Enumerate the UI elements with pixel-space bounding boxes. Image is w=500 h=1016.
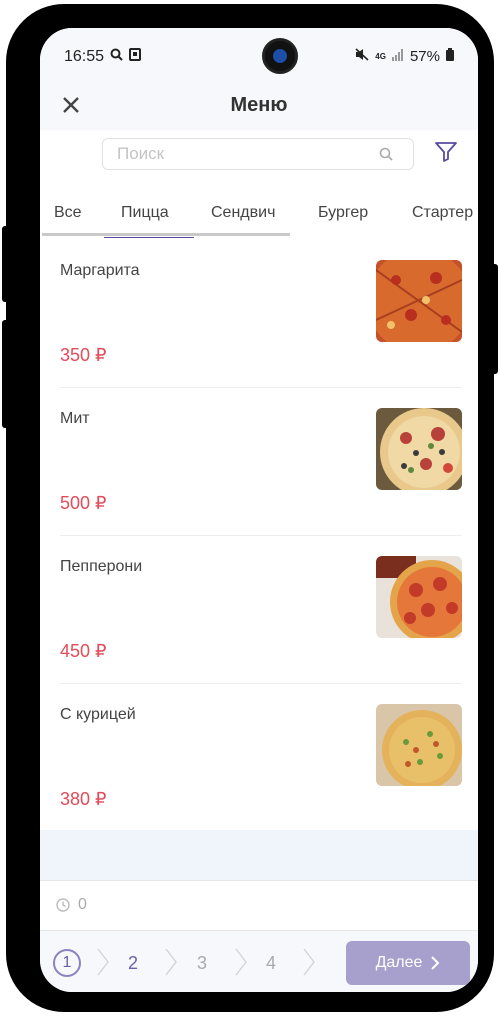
divider [40,880,478,881]
volume-button [2,226,12,302]
mute-icon [355,48,369,65]
search-row [40,130,478,182]
battery-percent: 57% [409,48,440,65]
list-item[interactable]: Мит 500 ₽ [40,388,478,536]
front-camera [262,38,298,74]
tab-all[interactable]: Все [54,204,82,222]
search-box[interactable] [102,138,414,170]
timer-value: 0 [78,896,87,913]
next-button[interactable]: Далее [346,941,470,985]
category-tabs: Все Пицца Сендвич Бургер Стартер [40,186,478,238]
step-1[interactable]: 1 [53,949,81,977]
filter-button[interactable] [434,140,458,169]
step-navigator: 1 2 3 4 Далее [40,930,478,992]
timer: 0 [56,896,87,914]
clock-icon [56,898,70,912]
chevron-right-icon [165,948,177,976]
item-price: 350 ₽ [60,345,107,365]
status-left: 16:55 [64,48,142,66]
item-price: 450 ₽ [60,641,107,661]
search-icon [110,48,123,66]
item-price: 380 ₽ [60,789,107,809]
list-item[interactable]: Пепперони 450 ₽ [40,536,478,684]
phone-frame: 16:55 4G 57% Меню Поиск Все Пицца Сендви… [2,4,498,1012]
status-bar: 16:55 4G 57% [40,28,478,84]
search-input[interactable] [115,143,365,165]
tab-starter[interactable]: Стартер [412,204,473,222]
pizza-image [376,556,462,638]
step-2[interactable]: 2 [128,953,138,974]
chevron-right-icon [431,956,440,970]
filter-icon [435,142,457,162]
active-tab-indicator [104,237,194,238]
list-item[interactable]: С курицей 380 ₽ [40,684,478,832]
battery-icon [446,48,454,65]
signal-icon [391,48,404,65]
item-name: Маргарита [60,262,140,279]
screen: 16:55 4G 57% Меню Поиск Все Пицца Сендви… [40,28,478,992]
chevron-right-icon [303,948,315,976]
notification-icon [129,48,142,66]
tabs-underline [42,233,290,236]
chevron-right-icon [235,948,247,976]
status-time: 16:55 [64,48,105,65]
tab-burger[interactable]: Бургер [318,204,368,222]
step-4[interactable]: 4 [266,953,276,974]
search-icon[interactable] [379,147,393,166]
item-price: 500 ₽ [60,493,107,513]
tab-sandwich[interactable]: Сендвич [211,204,275,222]
pizza-image [376,408,462,490]
item-name: С курицей [60,706,136,723]
app-bar: Меню [40,84,478,130]
item-name: Пепперони [60,558,143,575]
volume-button [2,320,12,428]
next-button-label: Далее [375,954,423,971]
item-name: Мит [60,410,90,427]
list-item[interactable]: Маргарита 350 ₽ [40,240,478,388]
status-right: 4G 57% [355,48,454,65]
pizza-image [376,260,462,342]
step-3[interactable]: 3 [197,953,207,974]
pizza-image [376,704,462,786]
empty-area [40,830,478,880]
tab-pizza[interactable]: Пицца [121,204,169,222]
power-button [488,264,498,374]
chevron-right-icon [97,948,109,976]
network-label: 4G [375,51,386,61]
page-title: Меню [230,94,288,116]
